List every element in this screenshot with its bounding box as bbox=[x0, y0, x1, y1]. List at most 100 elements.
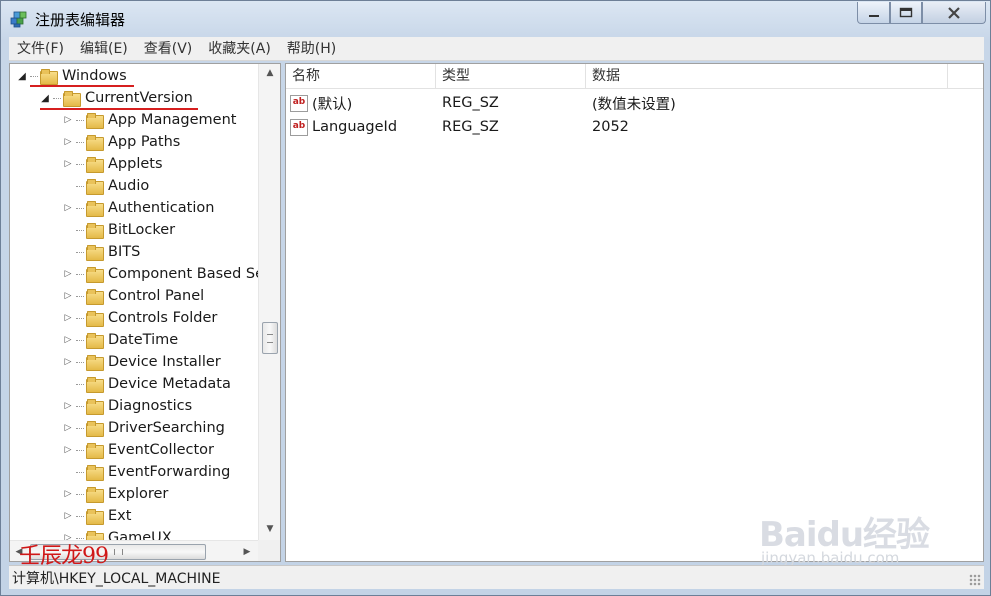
tree-item[interactable]: ▷ DriverSearching bbox=[62, 417, 225, 439]
tree-item[interactable]: ▷ Device Installer bbox=[62, 351, 221, 373]
minimize-button[interactable] bbox=[857, 2, 890, 24]
tree-connector bbox=[76, 185, 84, 187]
tree-connector bbox=[76, 427, 84, 429]
tree-item-label: Authentication bbox=[108, 200, 215, 216]
expand-arrow-icon[interactable]: ▷ bbox=[62, 400, 74, 412]
expand-arrow-icon[interactable]: ▷ bbox=[62, 268, 74, 280]
value-row[interactable]: ab (默认) REG_SZ (数值未设置) bbox=[286, 91, 983, 115]
tree-item-label: GameUX bbox=[108, 530, 172, 540]
tree-item[interactable]: BITS bbox=[62, 241, 140, 263]
tree-connector bbox=[76, 141, 84, 143]
tree-item-label: Controls Folder bbox=[108, 310, 218, 326]
folder-icon bbox=[63, 91, 81, 107]
tree-vertical-scrollbar[interactable]: ▲ ▼ bbox=[258, 64, 280, 540]
tree-connector bbox=[76, 339, 84, 341]
expand-arrow-icon[interactable]: ▷ bbox=[62, 422, 74, 434]
tree-item-label: EventForwarding bbox=[108, 464, 231, 480]
tree-item-label: Explorer bbox=[108, 486, 169, 502]
tree-item[interactable]: ▷ Ext bbox=[62, 505, 131, 527]
tree-connector bbox=[76, 361, 84, 363]
folder-icon bbox=[86, 421, 104, 437]
tree-item-label: Diagnostics bbox=[108, 398, 193, 414]
value-name: LanguageId bbox=[312, 119, 398, 135]
folder-icon bbox=[86, 377, 104, 393]
tree-item[interactable]: ▷ DateTime bbox=[62, 329, 178, 351]
expand-arrow-icon[interactable]: ▷ bbox=[62, 510, 74, 522]
expand-arrow-icon[interactable]: ▷ bbox=[62, 114, 74, 126]
tree-item-label: Device Installer bbox=[108, 354, 221, 370]
tree-item[interactable]: ▷ App Paths bbox=[62, 131, 180, 153]
menu-help[interactable]: 帮助(H) bbox=[279, 38, 344, 60]
tree-item[interactable]: BitLocker bbox=[62, 219, 175, 241]
tree-item[interactable]: ◢ Windows bbox=[16, 65, 127, 87]
tree-connector bbox=[76, 273, 84, 275]
expand-arrow-icon[interactable]: ▷ bbox=[62, 488, 74, 500]
tree-item-label: EventCollector bbox=[108, 442, 215, 458]
expand-arrow-icon[interactable]: ▷ bbox=[62, 202, 74, 214]
resize-grip-icon[interactable] bbox=[969, 574, 981, 586]
list-header: 名称 类型 数据 bbox=[286, 64, 983, 89]
scroll-right-icon[interactable]: ▶ bbox=[238, 541, 256, 561]
scroll-down-icon[interactable]: ▼ bbox=[259, 520, 280, 538]
tree-item[interactable]: Audio bbox=[62, 175, 149, 197]
column-header-type[interactable]: 类型 bbox=[436, 64, 586, 89]
tree-connector bbox=[76, 515, 84, 517]
tree-item-label: DriverSearching bbox=[108, 420, 225, 436]
menu-favorites[interactable]: 收藏夹(A) bbox=[200, 38, 279, 60]
expand-arrow-icon[interactable]: ▷ bbox=[62, 290, 74, 302]
scroll-up-icon[interactable]: ▲ bbox=[259, 64, 280, 82]
tree-item[interactable]: Device Metadata bbox=[62, 373, 231, 395]
tree-item-label: Ext bbox=[108, 508, 132, 524]
no-expander bbox=[62, 378, 74, 390]
column-header-name[interactable]: 名称 bbox=[286, 64, 436, 89]
tree-item[interactable]: ▷ Controls Folder bbox=[62, 307, 217, 329]
value-row[interactable]: ab LanguageId REG_SZ 2052 bbox=[286, 115, 983, 139]
tree-connector bbox=[76, 119, 84, 121]
tree-connector bbox=[76, 493, 84, 495]
status-bar: 计算机\HKEY_LOCAL_MACHINE bbox=[9, 565, 984, 589]
tree-item[interactable]: ▷ Control Panel bbox=[62, 285, 204, 307]
tree-item[interactable]: ▷ Explorer bbox=[62, 483, 168, 505]
tree-item[interactable]: ▷ Authentication bbox=[62, 197, 214, 219]
scroll-thumb[interactable] bbox=[262, 322, 278, 354]
maximize-icon bbox=[899, 7, 913, 18]
tree-connector bbox=[76, 449, 84, 451]
maximize-button[interactable] bbox=[890, 2, 922, 24]
annotation-underline bbox=[30, 85, 134, 87]
tree-item[interactable]: ▷ Component Based Se bbox=[62, 263, 258, 285]
expand-arrow-icon[interactable]: ▷ bbox=[62, 334, 74, 346]
folder-icon bbox=[86, 245, 104, 261]
tree-item[interactable]: ▷ App Management bbox=[62, 109, 236, 131]
expand-arrow-icon[interactable]: ▷ bbox=[62, 312, 74, 324]
menu-file[interactable]: 文件(F) bbox=[9, 38, 72, 60]
value-data: 2052 bbox=[592, 119, 629, 135]
folder-icon bbox=[86, 465, 104, 481]
string-value-icon: ab bbox=[290, 118, 308, 136]
column-header-data[interactable]: 数据 bbox=[586, 64, 948, 89]
window-title: 注册表编辑器 bbox=[35, 11, 126, 29]
tree-item-label: Device Metadata bbox=[108, 376, 231, 392]
title-bar[interactable]: 注册表编辑器 bbox=[1, 1, 990, 35]
column-header-filler bbox=[948, 64, 983, 89]
expand-arrow-icon[interactable]: ▷ bbox=[62, 356, 74, 368]
expand-arrow-icon[interactable]: ▷ bbox=[62, 136, 74, 148]
menu-view[interactable]: 查看(V) bbox=[136, 38, 201, 60]
tree-connector bbox=[76, 317, 84, 319]
collapse-arrow-icon[interactable]: ◢ bbox=[39, 92, 51, 104]
tree-item[interactable]: ▷ Applets bbox=[62, 153, 163, 175]
collapse-arrow-icon[interactable]: ◢ bbox=[16, 70, 28, 82]
expand-arrow-icon[interactable]: ▷ bbox=[62, 158, 74, 170]
expand-arrow-icon[interactable]: ▷ bbox=[62, 444, 74, 456]
tree-item[interactable]: ▷ EventCollector bbox=[62, 439, 214, 461]
tree-item[interactable]: EventForwarding bbox=[62, 461, 230, 483]
string-value-icon: ab bbox=[290, 94, 308, 112]
folder-icon bbox=[86, 443, 104, 459]
close-button[interactable] bbox=[922, 2, 986, 24]
tree-item-label: App Paths bbox=[108, 134, 181, 150]
menu-edit[interactable]: 编辑(E) bbox=[72, 38, 136, 60]
close-icon bbox=[948, 6, 960, 19]
value-type: REG_SZ bbox=[442, 119, 499, 135]
folder-icon bbox=[86, 289, 104, 305]
tree-item[interactable]: ▷ Diagnostics bbox=[62, 395, 192, 417]
tree-item[interactable]: ◢ CurrentVersion bbox=[39, 87, 193, 109]
